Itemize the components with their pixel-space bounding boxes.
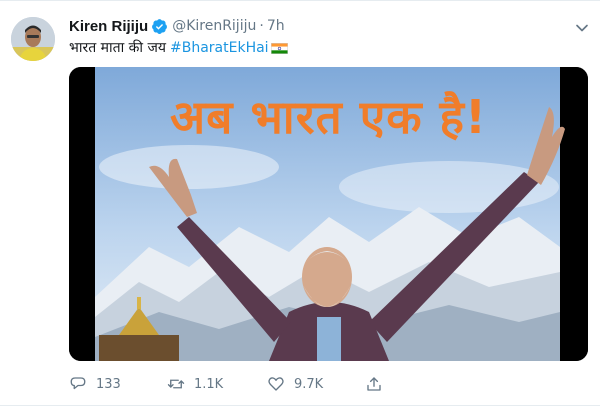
tweet-text: भारत माता की जय #BharatEkHai	[69, 39, 288, 57]
author-handle[interactable]: @KirenRijiju	[172, 18, 256, 34]
like-count: 9.7K	[294, 376, 324, 392]
author-name[interactable]: Kiren Rijiju	[69, 18, 148, 35]
retweet-icon	[167, 379, 185, 389]
tweet-header: Kiren Rijiju @KirenRijiju · 7h	[69, 16, 285, 36]
avatar-image	[11, 17, 55, 61]
verified-badge-icon	[152, 18, 168, 34]
like-button[interactable]: 9.7K	[267, 373, 323, 395]
image-headline: अब भारत एक है!	[170, 90, 487, 144]
tweet[interactable]: Kiren Rijiju @KirenRijiju · 7h भारत माता…	[0, 0, 600, 406]
hashtag-link[interactable]: #BharatEkHai	[170, 39, 269, 57]
india-flag-icon	[270, 42, 288, 54]
tweet-text-body: भारत माता की जय	[69, 40, 167, 56]
tweet-timestamp[interactable]: 7h	[267, 18, 285, 34]
reply-button[interactable]: 133	[69, 373, 121, 395]
avatar[interactable]	[11, 17, 55, 61]
share-button[interactable]	[365, 373, 392, 395]
chevron-down-icon[interactable]	[572, 18, 592, 38]
reply-count: 133	[96, 376, 121, 392]
retweet-count: 1.1K	[194, 376, 224, 392]
retweet-button[interactable]: 1.1K	[167, 373, 223, 395]
separator-dot: ·	[259, 18, 264, 34]
like-icon	[268, 377, 284, 391]
reply-icon	[70, 377, 86, 390]
tweet-image[interactable]: अब भारत एक है!	[69, 67, 588, 361]
share-icon	[367, 377, 381, 391]
tweet-actions: 133 1.1K 9.7K	[69, 373, 489, 395]
